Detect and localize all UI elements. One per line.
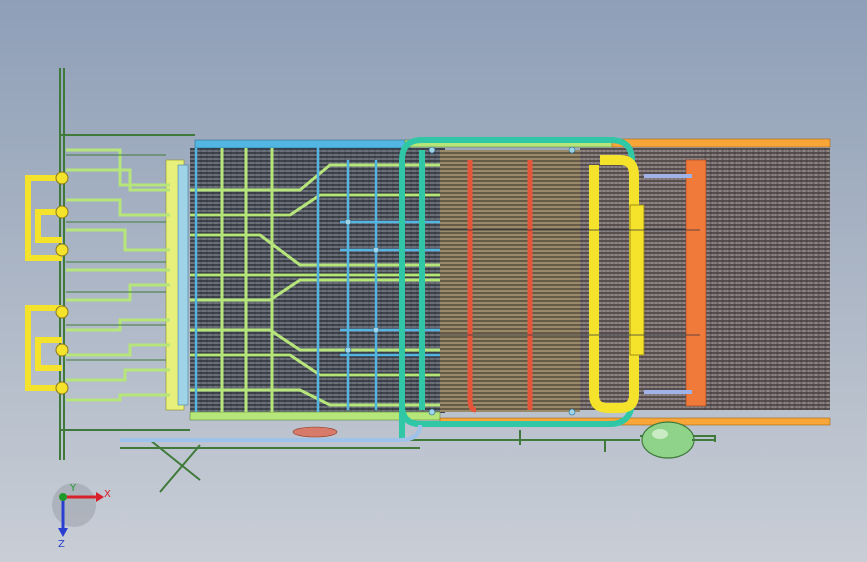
- orientation-triad: X Y Z: [52, 483, 111, 550]
- y-axis-dot: [59, 493, 67, 501]
- cad-viewport[interactable]: X Y Z: [0, 0, 867, 562]
- y-axis-label: Y: [69, 483, 77, 494]
- x-axis-label: X: [104, 489, 111, 500]
- z-axis-label: Z: [58, 539, 65, 550]
